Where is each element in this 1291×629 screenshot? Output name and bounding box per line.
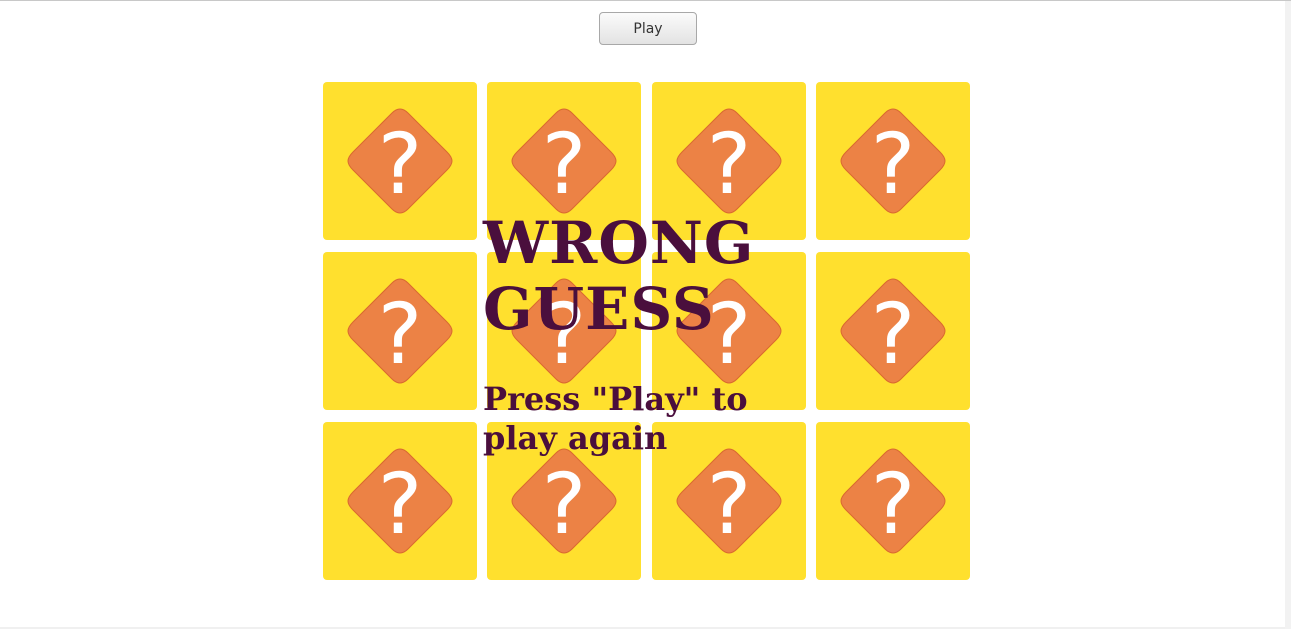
card-face-glyph: ? bbox=[378, 285, 423, 383]
top-divider bbox=[0, 0, 1291, 1]
memory-card[interactable]: ? bbox=[815, 82, 970, 240]
card-face-glyph: ? bbox=[871, 115, 916, 213]
memory-card[interactable]: ? bbox=[323, 82, 477, 240]
card-face-glyph: ? bbox=[542, 455, 587, 553]
memory-card[interactable]: ? bbox=[323, 422, 477, 580]
play-button[interactable]: Play bbox=[599, 12, 697, 45]
question-mark-diamond-icon: ? bbox=[676, 448, 782, 554]
question-mark-diamond-icon: ? bbox=[347, 448, 453, 554]
card-face-glyph: ? bbox=[706, 455, 751, 553]
question-mark-diamond-icon: ? bbox=[840, 448, 946, 554]
memory-card[interactable]: ? bbox=[815, 422, 970, 580]
question-mark-diamond-icon: ? bbox=[840, 278, 946, 384]
result-message: WRONG GUESS Press "Play" to play again bbox=[483, 210, 783, 458]
game-page: Play ???????????? WRONG GUESS Press "Pla… bbox=[0, 0, 1291, 629]
memory-card[interactable]: ? bbox=[815, 252, 970, 410]
card-face-glyph: ? bbox=[706, 115, 751, 213]
question-mark-diamond-icon: ? bbox=[676, 108, 782, 214]
card-face-glyph: ? bbox=[871, 285, 916, 383]
card-face-glyph: ? bbox=[542, 115, 587, 213]
card-face-glyph: ? bbox=[871, 455, 916, 553]
memory-card[interactable]: ? bbox=[323, 252, 477, 410]
question-mark-diamond-icon: ? bbox=[511, 108, 617, 214]
question-mark-diamond-icon: ? bbox=[511, 448, 617, 554]
question-mark-diamond-icon: ? bbox=[347, 278, 453, 384]
scrollbar-track[interactable] bbox=[1285, 1, 1291, 629]
result-instruction: Press "Play" to play again bbox=[483, 380, 748, 457]
question-mark-diamond-icon: ? bbox=[347, 108, 453, 214]
card-face-glyph: ? bbox=[378, 115, 423, 213]
result-title: WRONG GUESS bbox=[483, 209, 755, 343]
question-mark-diamond-icon: ? bbox=[840, 108, 946, 214]
card-face-glyph: ? bbox=[378, 455, 423, 553]
